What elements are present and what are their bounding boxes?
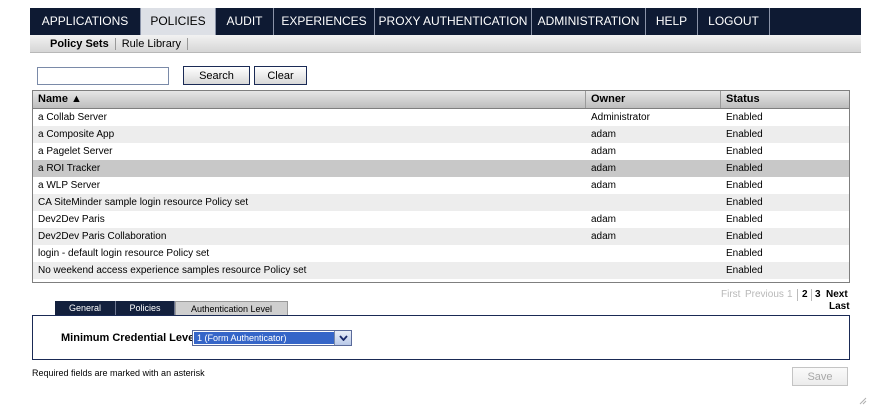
table-row-selected[interactable]: a ROI Tracker adam Enabled <box>33 160 849 177</box>
table-row[interactable]: a WLP Server adam Enabled <box>33 177 849 194</box>
clear-button[interactable]: Clear <box>254 66 307 85</box>
top-nav-bar: APPLICATIONS POLICIES AUDIT EXPERIENCES … <box>30 8 861 35</box>
tab-authentication-level[interactable]: Authentication Level <box>175 301 288 315</box>
subnav-policy-sets[interactable]: Policy Sets <box>44 37 116 50</box>
tab-general[interactable]: General <box>55 301 116 315</box>
cell-owner: adam <box>591 214 617 225</box>
credential-level-label: Minimum Credential Level: <box>61 332 201 344</box>
search-button[interactable]: Search <box>183 66 250 85</box>
column-header-name[interactable]: Name ▲ <box>33 91 586 108</box>
table-row[interactable]: a Composite App adam Enabled <box>33 126 849 143</box>
nav-proxy-authentication[interactable]: PROXY AUTHENTICATION <box>375 8 532 35</box>
cell-name: login - default login resource Policy se… <box>38 248 210 259</box>
table-row[interactable]: No weekend access experience samples res… <box>33 262 849 279</box>
cell-owner: adam <box>591 180 617 191</box>
cell-owner <box>586 194 721 211</box>
column-header-status[interactable]: Status <box>721 91 849 108</box>
cell-status: Enabled <box>726 197 763 208</box>
table-row[interactable]: a Pagelet Server adam Enabled <box>33 143 849 160</box>
cell-name: a Collab Server <box>38 112 107 123</box>
policy-sets-table: Name ▲ Owner Status a Collab Server Admi… <box>32 90 850 283</box>
pager-separator <box>797 289 798 301</box>
table-row[interactable]: Dev2Dev Paris Collaboration adam Enabled <box>33 228 849 245</box>
credential-level-value: 1 (Form Authenticator) <box>194 332 334 344</box>
cell-status: Enabled <box>726 265 763 276</box>
table-row[interactable]: CA SiteMinder sample login resource Poli… <box>33 194 849 211</box>
table-row[interactable]: a Collab Server Administrator Enabled <box>33 109 849 126</box>
cell-owner: adam <box>591 146 617 157</box>
credential-level-select[interactable]: 1 (Form Authenticator) <box>192 330 352 346</box>
nav-help[interactable]: HELP <box>646 8 698 35</box>
cell-name: a WLP Server <box>38 180 101 191</box>
cell-owner <box>586 262 721 279</box>
cell-name: CA SiteMinder sample login resource Poli… <box>38 197 249 208</box>
column-header-owner[interactable]: Owner <box>586 91 721 108</box>
save-button[interactable]: Save <box>792 367 848 386</box>
nav-policies[interactable]: POLICIES <box>141 8 216 35</box>
nav-experiences[interactable]: EXPERIENCES <box>274 8 375 35</box>
cell-name: Dev2Dev Paris <box>38 214 105 225</box>
detail-tabs: General Policies Authentication Level <box>55 301 288 315</box>
search-input[interactable] <box>37 67 169 85</box>
pager-page-3[interactable]: 3 <box>815 289 821 301</box>
nav-administration[interactable]: ADMINISTRATION <box>532 8 646 35</box>
table-row[interactable]: Dev2Dev Paris adam Enabled <box>33 211 849 228</box>
subnav-rule-library[interactable]: Rule Library <box>116 37 189 50</box>
pager-last[interactable]: Last <box>829 301 850 313</box>
nav-audit[interactable]: AUDIT <box>216 8 274 35</box>
cell-status: Enabled <box>726 112 763 123</box>
cell-name: a Composite App <box>38 129 115 140</box>
pager-separator <box>811 289 812 301</box>
cell-status: Enabled <box>726 231 763 242</box>
pager-page-1: 1 <box>787 289 793 300</box>
chevron-down-icon[interactable] <box>334 331 351 345</box>
top-navigation: APPLICATIONS POLICIES AUDIT EXPERIENCES … <box>0 0 869 36</box>
cell-status: Enabled <box>726 214 763 225</box>
table-row[interactable]: login - default login resource Policy se… <box>33 245 849 262</box>
authentication-level-panel: Minimum Credential Level: 1 (Form Authen… <box>32 315 850 360</box>
cell-owner: adam <box>591 129 617 140</box>
cell-owner: adam <box>591 163 617 174</box>
cell-status: Enabled <box>726 248 763 259</box>
table-header: Name ▲ Owner Status <box>33 91 849 109</box>
cell-name: Dev2Dev Paris Collaboration <box>38 231 167 242</box>
cell-name: No weekend access experience samples res… <box>38 265 307 276</box>
nav-applications[interactable]: APPLICATIONS <box>30 8 141 35</box>
resize-grip-icon[interactable] <box>858 396 867 405</box>
cell-owner <box>586 245 721 262</box>
cell-owner: adam <box>591 231 617 242</box>
cell-status: Enabled <box>726 129 763 140</box>
pager-page-2[interactable]: 2 <box>802 289 808 301</box>
cell-owner: Administrator <box>591 112 650 123</box>
cell-status: Enabled <box>726 146 763 157</box>
pager-previous: Previous <box>745 289 784 300</box>
required-fields-note: Required fields are marked with an aster… <box>32 368 205 378</box>
sub-navigation: Policy Sets Rule Library <box>30 35 861 53</box>
pager-next[interactable]: Next <box>826 289 848 301</box>
cell-name: a ROI Tracker <box>38 163 101 174</box>
tab-policies[interactable]: Policies <box>116 301 175 315</box>
cell-status: Enabled <box>726 163 763 174</box>
cell-status: Enabled <box>726 180 763 191</box>
pager-first: First <box>721 289 741 300</box>
nav-logout[interactable]: LOGOUT <box>698 8 770 35</box>
cell-name: a Pagelet Server <box>38 146 113 157</box>
